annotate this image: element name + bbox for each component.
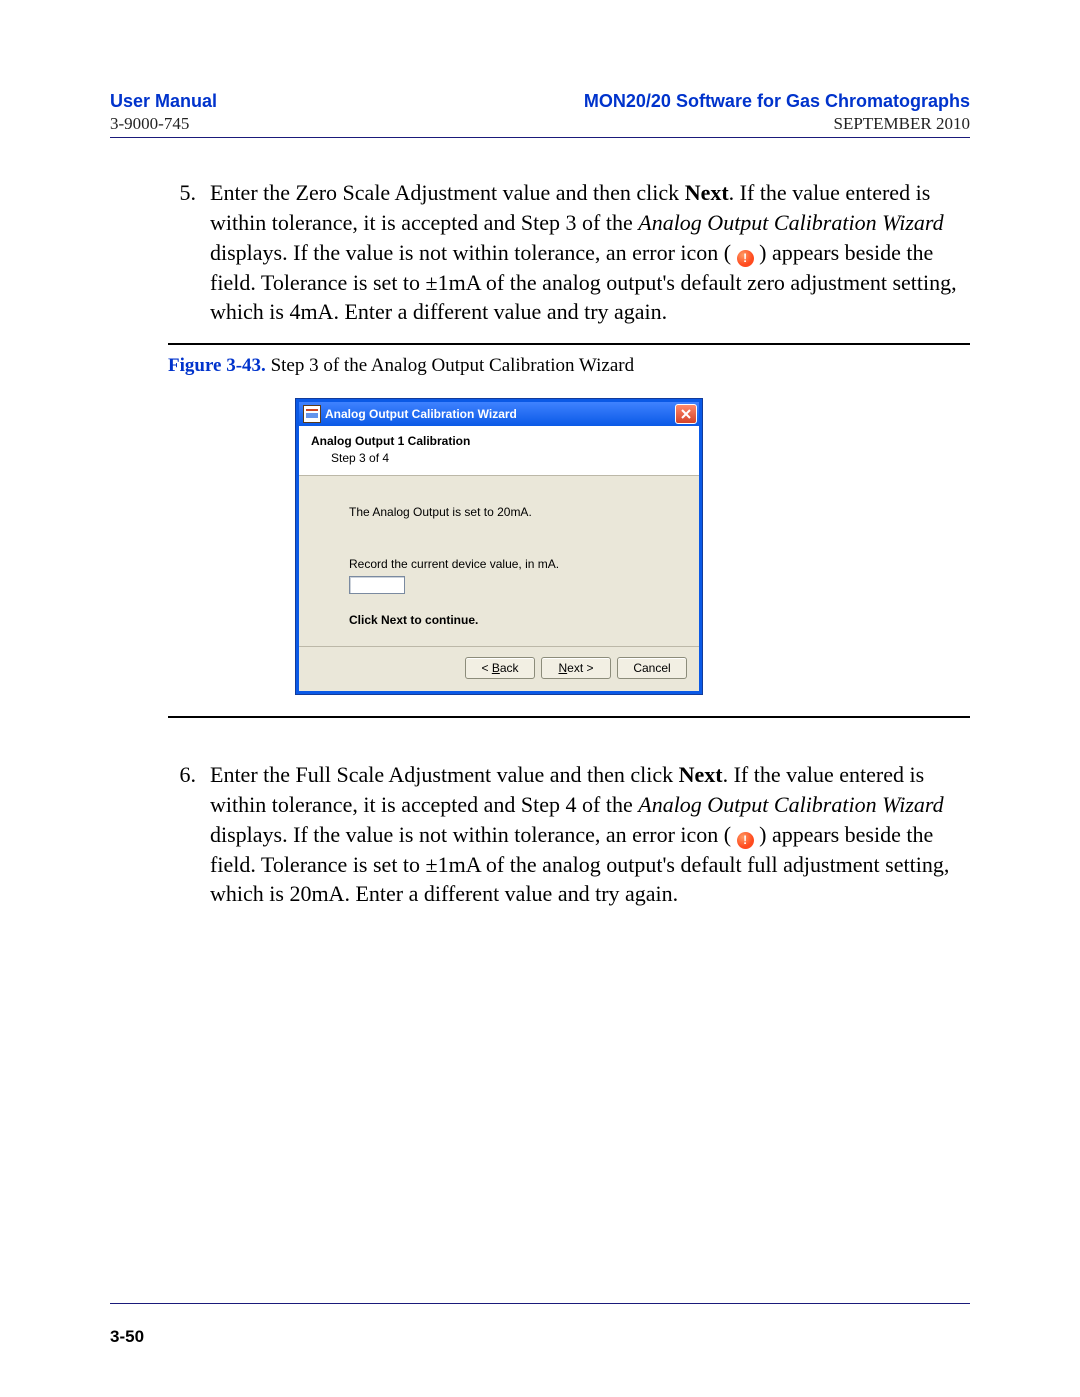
figure-label: Figure 3-43. — [168, 355, 266, 376]
wizard-message-output-set: The Analog Output is set to 20mA. — [349, 504, 681, 520]
doc-number: 3-9000-745 — [110, 113, 217, 135]
body-text-2: 6. Enter the Full Scale Adjustment value… — [168, 760, 970, 908]
error-icon — [737, 832, 754, 849]
next-word: Next — [685, 180, 729, 205]
wizard-header-title: Analog Output 1 Calibration — [311, 434, 687, 448]
wizard-name-italic: Analog Output Calibration Wizard — [638, 210, 943, 235]
back-prefix: < — [481, 661, 491, 675]
wizard-message-continue: Click Next to continue. — [349, 612, 681, 628]
wizard-header: Analog Output 1 Calibration Step 3 of 4 — [299, 426, 699, 476]
error-icon — [737, 250, 754, 267]
step6-text-c: displays. If the value is not within tol… — [210, 822, 737, 847]
step5-text-a: Enter the Zero Scale Adjustment value an… — [210, 180, 685, 205]
page-number: 3-50 — [110, 1327, 144, 1347]
back-underline: B — [492, 661, 500, 675]
wizard-body: The Analog Output is set to 20mA. Record… — [299, 476, 699, 648]
wizard-message-record: Record the current device value, in mA. — [349, 556, 681, 572]
product-title: MON20/20 Software for Gas Chromatographs — [584, 90, 970, 113]
body-text: 5. Enter the Zero Scale Adjustment value… — [168, 178, 970, 326]
wizard-name-italic: Analog Output Calibration Wizard — [638, 792, 943, 817]
step-number: 5. — [168, 178, 196, 326]
header-rule — [110, 137, 970, 138]
app-icon — [303, 405, 321, 423]
wizard-window-title: Analog Output Calibration Wizard — [325, 407, 517, 421]
close-button[interactable] — [675, 404, 697, 424]
next-underline: N — [558, 661, 567, 675]
manual-title: User Manual — [110, 90, 217, 113]
device-value-input[interactable] — [349, 576, 405, 594]
next-rest: ext > — [567, 661, 593, 675]
close-icon — [681, 409, 691, 419]
wizard-header-step: Step 3 of 4 — [331, 451, 687, 465]
step6-text-a: Enter the Full Scale Adjustment value an… — [210, 762, 679, 787]
wizard-titlebar: Analog Output Calibration Wizard — [299, 402, 699, 426]
figure-bottom-rule — [168, 716, 970, 718]
back-rest: ack — [500, 661, 519, 675]
cancel-button[interactable]: Cancel — [617, 657, 687, 679]
wizard-footer: < Back Next > Cancel — [299, 647, 699, 691]
step-5: 5. Enter the Zero Scale Adjustment value… — [168, 178, 970, 326]
footer-rule — [110, 1303, 970, 1304]
figure-top-rule — [168, 343, 970, 345]
wizard-window: Analog Output Calibration Wizard Analog … — [296, 399, 702, 695]
step5-text-c: displays. If the value is not within tol… — [210, 240, 737, 265]
next-word: Next — [679, 762, 723, 787]
step-6: 6. Enter the Full Scale Adjustment value… — [168, 760, 970, 908]
figure-caption-text: Step 3 of the Analog Output Calibration … — [266, 355, 634, 376]
back-button[interactable]: < Back — [465, 657, 535, 679]
page-header: User Manual 3-9000-745 MON20/20 Software… — [110, 90, 970, 135]
doc-date: SEPTEMBER 2010 — [584, 113, 970, 135]
next-button[interactable]: Next > — [541, 657, 611, 679]
page-container: User Manual 3-9000-745 MON20/20 Software… — [0, 0, 1080, 1397]
step-number: 6. — [168, 760, 196, 908]
figure-caption: Figure 3-43. Step 3 of the Analog Output… — [168, 355, 970, 377]
